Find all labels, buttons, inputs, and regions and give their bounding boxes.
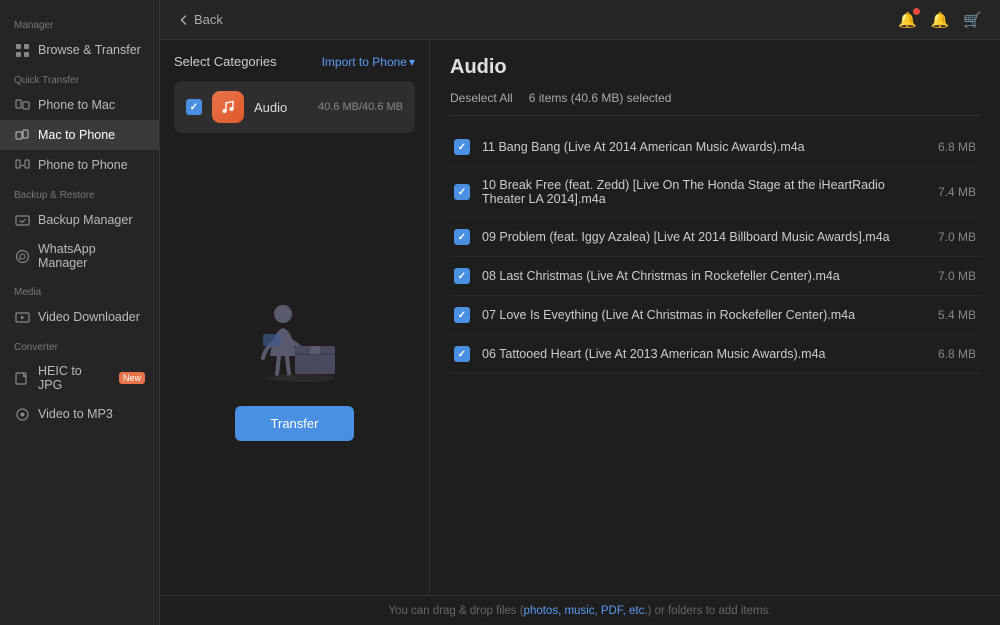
sidebar-item-whatsapp-manager[interactable]: WhatsApp Manager <box>0 235 159 277</box>
file-size-1: 7.4 MB <box>926 185 976 199</box>
backup-manager-icon <box>14 212 30 228</box>
file-size-3: 7.0 MB <box>926 269 976 283</box>
bell-icon[interactable]: 🔔 <box>931 11 950 29</box>
sidebar-item-whatsapp-manager-label: WhatsApp Manager <box>38 242 145 270</box>
header: Back 🔔 🔔 🛒 <box>160 0 1000 40</box>
sidebar-item-heic-to-jpg[interactable]: HEIC to JPG New <box>0 357 159 399</box>
sidebar-item-video-downloader[interactable]: Video Downloader <box>0 302 159 332</box>
file-checkbox-1[interactable]: ✓ <box>454 184 470 200</box>
illustration-area: Transfer <box>174 145 415 581</box>
audio-category-size: 40.6 MB/40.6 MB <box>318 101 403 113</box>
video-to-mp3-icon <box>14 406 30 422</box>
file-name-4: 07 Love Is Eveything (Live At Christmas … <box>482 308 914 322</box>
categories-panel: Select Categories Import to Phone ▾ ✓ <box>160 40 430 595</box>
audio-controls: Deselect All 6 items (40.6 MB) selected <box>450 91 980 116</box>
file-row: ✓ 08 Last Christmas (Live At Christmas i… <box>450 257 980 296</box>
bottom-bar-text-after: ) or folders to add items. <box>648 605 772 617</box>
audio-panel: Audio Deselect All 6 items (40.6 MB) sel… <box>430 40 1000 595</box>
categories-title: Select Categories <box>174 54 277 69</box>
cart-icon[interactable]: 🛒 <box>963 11 982 29</box>
file-name-0: 11 Bang Bang (Live At 2014 American Musi… <box>482 140 914 154</box>
bottom-bar-text-before: You can drag & drop files ( <box>388 605 523 617</box>
file-row: ✓ 06 Tattooed Heart (Live At 2013 Americ… <box>450 335 980 374</box>
file-checkbox-0[interactable]: ✓ <box>454 139 470 155</box>
file-row: ✓ 11 Bang Bang (Live At 2014 American Mu… <box>450 128 980 167</box>
bottom-bar-link[interactable]: photos, music, PDF, etc. <box>524 605 648 617</box>
phone-to-mac-icon <box>14 97 30 113</box>
sidebar-item-backup-manager[interactable]: Backup Manager <box>0 205 159 235</box>
transfer-button[interactable]: Transfer <box>235 406 355 441</box>
backup-restore-section-label: Backup & Restore <box>0 180 159 205</box>
main-area: Back 🔔 🔔 🛒 Select Categories Import to P… <box>160 0 1000 625</box>
sidebar-item-heic-label: HEIC to JPG <box>38 364 107 392</box>
file-name-2: 09 Problem (feat. Iggy Azalea) [Live At … <box>482 230 914 244</box>
file-size-2: 7.0 MB <box>926 230 976 244</box>
sidebar-item-mac-to-phone-label: Mac to Phone <box>38 128 115 142</box>
quick-transfer-section-label: Quick Transfer <box>0 65 159 90</box>
file-row: ✓ 10 Break Free (feat. Zedd) [Live On Th… <box>450 167 980 218</box>
sidebar-item-video-to-mp3[interactable]: Video to MP3 <box>0 399 159 429</box>
heic-icon <box>14 370 30 386</box>
media-section-label: Media <box>0 277 159 302</box>
file-name-3: 08 Last Christmas (Live At Christmas in … <box>482 269 914 283</box>
sidebar: Manager Browse & Transfer Quick Transfer… <box>0 0 160 625</box>
audio-category-row[interactable]: ✓ Audio 40.6 MB/40.6 MB <box>174 81 415 133</box>
file-checkbox-5[interactable]: ✓ <box>454 346 470 362</box>
import-to-phone-button[interactable]: Import to Phone ▾ <box>322 55 415 69</box>
sidebar-item-video-downloader-label: Video Downloader <box>38 310 140 324</box>
notification-dot <box>913 8 920 15</box>
file-name-1: 10 Break Free (feat. Zedd) [Live On The … <box>482 178 914 206</box>
audio-category-icon <box>212 91 244 123</box>
file-name-5: 06 Tattooed Heart (Live At 2013 American… <box>482 347 914 361</box>
bottom-bar: You can drag & drop files ( photos, musi… <box>160 595 1000 625</box>
file-checkbox-4[interactable]: ✓ <box>454 307 470 323</box>
sidebar-item-video-to-mp3-label: Video to MP3 <box>38 407 113 421</box>
new-badge: New <box>119 372 145 384</box>
file-list: ✓ 11 Bang Bang (Live At 2014 American Mu… <box>450 128 980 579</box>
converter-section-label: Converter <box>0 332 159 357</box>
file-checkbox-3[interactable]: ✓ <box>454 268 470 284</box>
content-area: Select Categories Import to Phone ▾ ✓ <box>160 40 1000 595</box>
sidebar-item-mac-to-phone[interactable]: Mac to Phone <box>0 120 159 150</box>
phone-to-phone-icon <box>14 157 30 173</box>
audio-category-name: Audio <box>254 100 308 115</box>
back-label: Back <box>194 12 223 27</box>
sidebar-item-phone-to-mac-label: Phone to Mac <box>38 98 115 112</box>
file-row: ✓ 07 Love Is Eveything (Live At Christma… <box>450 296 980 335</box>
illustration-svg <box>235 286 355 386</box>
file-size-4: 5.4 MB <box>926 308 976 322</box>
video-downloader-icon <box>14 309 30 325</box>
browse-transfer-icon <box>14 42 30 58</box>
back-button[interactable]: Back <box>178 12 223 27</box>
sidebar-item-phone-to-phone-label: Phone to Phone <box>38 158 128 172</box>
file-size-0: 6.8 MB <box>926 140 976 154</box>
sidebar-item-phone-to-phone[interactable]: Phone to Phone <box>0 150 159 180</box>
sidebar-item-browse-transfer-label: Browse & Transfer <box>38 43 141 57</box>
sidebar-item-backup-manager-label: Backup Manager <box>38 213 133 227</box>
whatsapp-icon <box>14 248 30 264</box>
categories-header: Select Categories Import to Phone ▾ <box>174 54 415 69</box>
file-checkbox-2[interactable]: ✓ <box>454 229 470 245</box>
sidebar-item-phone-to-mac[interactable]: Phone to Mac <box>0 90 159 120</box>
audio-panel-title: Audio <box>450 56 980 79</box>
file-size-5: 6.8 MB <box>926 347 976 361</box>
audio-checkbox[interactable]: ✓ <box>186 99 202 115</box>
mac-to-phone-icon <box>14 127 30 143</box>
header-icons: 🔔 🔔 🛒 <box>898 11 982 29</box>
notification-icon-wrapper[interactable]: 🔔 <box>898 11 917 29</box>
file-row: ✓ 09 Problem (feat. Iggy Azalea) [Live A… <box>450 218 980 257</box>
deselect-all-button[interactable]: Deselect All <box>450 91 513 105</box>
sidebar-item-browse-transfer[interactable]: Browse & Transfer <box>0 35 159 65</box>
manager-section-label: Manager <box>0 10 159 35</box>
selection-info: 6 items (40.6 MB) selected <box>529 91 672 105</box>
